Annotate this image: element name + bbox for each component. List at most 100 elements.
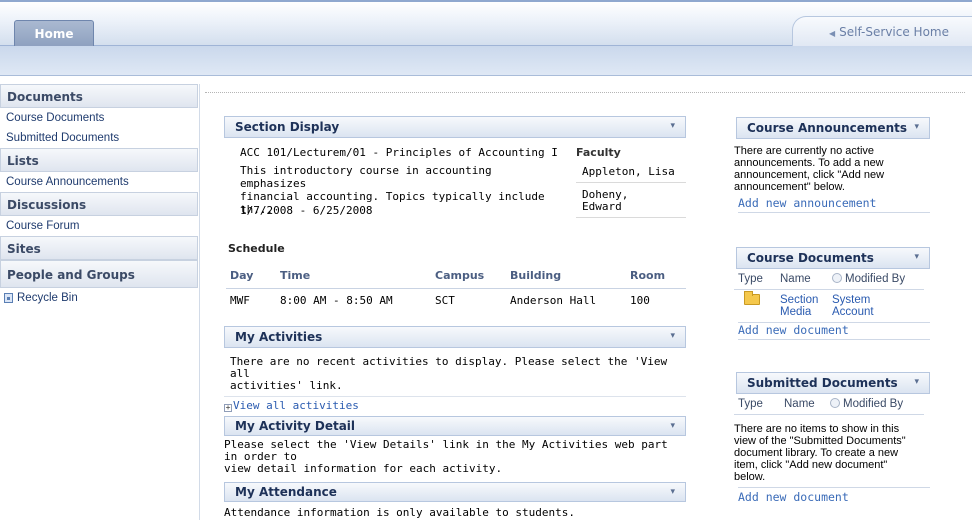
my-activity-detail-webpart: My Activity Detail ▾ Please select the '… <box>224 416 686 475</box>
nav-heading-people-and-groups[interactable]: People and Groups <box>0 260 198 288</box>
document-name-line: Media <box>780 305 812 318</box>
view-all-activities-link[interactable]: + View all activities <box>224 396 686 412</box>
faculty-name: Doheny, Edward <box>576 186 686 218</box>
expand-plus-icon: + <box>224 403 232 412</box>
column-header: Type <box>734 269 776 290</box>
dotted-divider <box>205 92 965 93</box>
nav-heading-lists[interactable]: Lists <box>0 148 198 172</box>
self-service-label: Self-Service Home <box>839 25 949 39</box>
nav-item-course-forum[interactable]: Course Forum <box>0 216 199 236</box>
course-announcements-webpart: Course Announcements ▾ There are current… <box>734 117 930 213</box>
my-attendance-title: My Attendance <box>235 485 337 499</box>
section-display-webpart: Section Display ▾ ACC 101/Lecturem/01 - … <box>224 116 686 238</box>
my-activities-header: My Activities ▾ <box>224 326 686 348</box>
add-new-announcement-link[interactable]: Add new announcement <box>738 196 930 213</box>
submitted-documents-webpart: Submitted Documents ▾ Type Name Modified… <box>734 372 930 504</box>
message-line: item, click "Add new document" <box>734 458 888 471</box>
add-new-document-link[interactable]: Add new document <box>738 486 930 504</box>
faculty-heading: Faculty <box>576 146 621 159</box>
view-all-activities-label: View all activities <box>233 399 359 412</box>
webpart-menu-icon[interactable]: ▾ <box>914 252 919 262</box>
schedule-heading: Schedule <box>228 242 285 255</box>
course-announcements-title: Course Announcements <box>747 121 907 135</box>
recycle-bin-label: Recycle Bin <box>17 292 78 304</box>
course-documents-header: Course Documents ▾ <box>736 247 930 269</box>
message-line: announcement, click "Add new <box>734 169 885 181</box>
table-header-row: Day Time Campus Building Room <box>226 264 686 289</box>
course-announcements-header: Course Announcements ▾ <box>736 117 930 139</box>
section-display-body: ACC 101/Lecturem/01 - Principles of Acco… <box>224 138 686 238</box>
webpart-menu-icon[interactable]: ▾ <box>670 487 675 497</box>
course-announcements-message: There are currently no active announceme… <box>734 139 930 193</box>
column-header: Time <box>276 264 431 289</box>
webpart-menu-icon[interactable]: ▾ <box>670 331 675 341</box>
modified-by-line: Account <box>832 305 874 318</box>
table-cell: 8:00 AM - 8:50 AM <box>280 293 393 307</box>
course-title: ACC 101/Lecturem/01 - Principles of Acco… <box>240 146 558 159</box>
message-line: announcement" below. <box>734 181 845 193</box>
sort-circle-icon <box>830 397 840 408</box>
webpart-menu-icon[interactable]: ▾ <box>914 377 919 387</box>
my-attendance-webpart: My Attendance ▾ Attendance information i… <box>224 482 686 519</box>
nav-heading-discussions[interactable]: Discussions <box>0 192 198 216</box>
column-header[interactable]: Name <box>780 394 826 415</box>
document-name-link[interactable]: Section Media <box>776 289 828 318</box>
column-header: Campus <box>431 264 506 289</box>
table-header-row: Type Name Modified By <box>734 394 924 415</box>
course-documents-table: Type Name Modified By Section Media Syst… <box>734 269 924 318</box>
webpart-menu-icon[interactable]: ▾ <box>914 122 919 132</box>
my-activity-detail-title: My Activity Detail <box>235 419 356 433</box>
add-new-document-link[interactable]: Add new document <box>738 321 930 340</box>
column-header: Room <box>626 264 686 289</box>
section-display-header: Section Display ▾ <box>224 116 686 138</box>
document-name-line: Section <box>780 293 819 306</box>
nav-item-recycle-bin[interactable]: Recycle Bin <box>0 288 199 308</box>
table-cell: MWF <box>230 293 250 307</box>
message-line: There are currently no active <box>734 145 875 157</box>
modified-by-label: Modified By <box>845 272 906 285</box>
course-documents-webpart: Course Documents ▾ Type Name Modified By… <box>734 247 930 340</box>
message-line: view detail information for each activit… <box>224 462 503 475</box>
modified-by-line: System <box>832 293 871 306</box>
home-tab[interactable]: Home <box>14 20 94 48</box>
faculty-name-line: Edward <box>582 200 622 213</box>
column-header[interactable]: Modified By <box>826 394 924 415</box>
message-line: There are no items to show in this <box>734 422 900 435</box>
nav-item-submitted-documents[interactable]: Submitted Documents <box>0 128 199 148</box>
course-dates: 1/7/2008 - 6/25/2008 <box>240 204 373 217</box>
message-line: document library. To create a new <box>734 446 899 459</box>
column-header[interactable]: Modified By <box>828 269 924 290</box>
webpart-menu-icon[interactable]: ▾ <box>670 421 675 431</box>
section-display-title: Section Display <box>235 120 340 134</box>
nav-heading-documents[interactable]: Documents <box>0 84 198 108</box>
left-arrow-icon: ◀ <box>829 29 836 38</box>
submitted-documents-table: Type Name Modified By <box>734 394 924 415</box>
recycle-bin-icon <box>4 293 13 303</box>
message-line: activities' link. <box>230 379 343 392</box>
column-header: Day <box>226 264 276 289</box>
sub-header-bar <box>0 46 972 76</box>
submitted-documents-title: Submitted Documents <box>747 376 898 390</box>
column-header: Type <box>734 394 780 415</box>
course-documents-title: Course Documents <box>747 251 874 265</box>
my-activities-title: My Activities <box>235 330 323 344</box>
table-cell: SCT <box>435 293 455 307</box>
nav-heading-sites[interactable]: Sites <box>0 236 198 260</box>
my-activity-detail-message: Please select the 'View Details' link in… <box>224 436 686 475</box>
column-header[interactable]: Name <box>776 269 828 290</box>
table-cell: Anderson Hall <box>510 293 597 307</box>
column-header: Building <box>506 264 626 289</box>
modified-by-link[interactable]: System Account <box>828 289 924 318</box>
table-cell: 100 <box>630 293 650 307</box>
nav-item-course-announcements[interactable]: Course Announcements <box>0 172 199 192</box>
submitted-documents-header: Submitted Documents ▾ <box>736 372 930 394</box>
table-row: MWF 8:00 AM - 8:50 AM SCT Anderson Hall … <box>226 288 686 312</box>
nav-item-course-documents[interactable]: Course Documents <box>0 108 199 128</box>
schedule-table: Day Time Campus Building Room MWF 8:00 A… <box>226 264 686 312</box>
self-service-home-link[interactable]: ◀ Self-Service Home <box>792 16 972 48</box>
message-line: There are no recent activities to displa… <box>230 355 668 380</box>
message-line: view of the "Submitted Documents" <box>734 434 906 447</box>
table-row: Section Media System Account <box>734 289 924 318</box>
quick-launch-nav: Documents Course Documents Submitted Doc… <box>0 84 200 520</box>
webpart-menu-icon[interactable]: ▾ <box>670 121 675 131</box>
